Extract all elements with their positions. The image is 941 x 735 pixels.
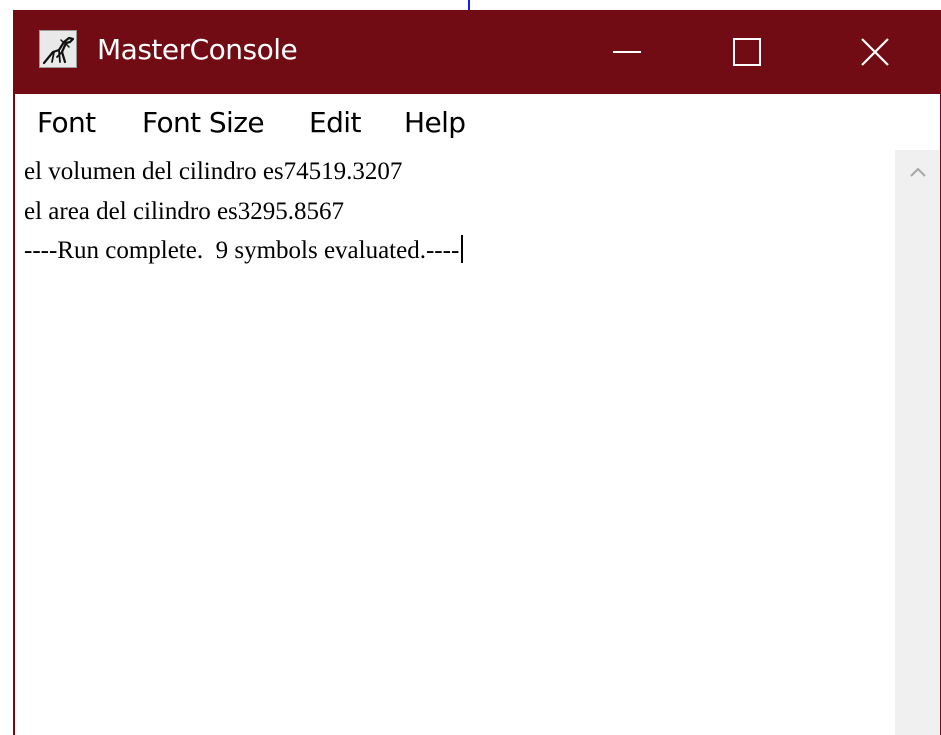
scroll-up-button[interactable]	[895, 150, 940, 194]
window-title: MasterConsole	[97, 33, 298, 66]
menu-edit[interactable]: Edit	[309, 104, 361, 142]
console-line: el volumen del cilindro es74519.3207	[24, 158, 403, 185]
minimize-icon	[613, 51, 641, 53]
close-button[interactable]	[815, 10, 935, 94]
vertical-scrollbar[interactable]	[895, 150, 940, 735]
text-cursor	[461, 235, 464, 263]
console-line: el area del cilindro es3295.8567	[24, 197, 345, 225]
menu-bar: Font Font Size Edit Help	[15, 94, 940, 150]
dinosaur-skeleton-icon	[39, 30, 77, 68]
menu-font[interactable]: Font	[37, 104, 96, 142]
close-icon	[861, 38, 889, 66]
chevron-up-icon	[909, 167, 926, 177]
console-line-text: ----Run complete. 9 symbols evaluated.--…	[24, 237, 460, 264]
console-line-last: ----Run complete. 9 symbols evaluated.--…	[24, 231, 895, 271]
menu-font-size[interactable]: Font Size	[142, 104, 265, 142]
minimize-button[interactable]	[567, 10, 687, 94]
maximize-icon	[733, 38, 761, 66]
desktop-background-line	[468, 0, 470, 10]
title-bar[interactable]: MasterConsole	[15, 10, 940, 94]
masterconsole-window: MasterConsole Font Font Size Edit Help e…	[13, 10, 941, 735]
menu-help[interactable]: Help	[404, 104, 466, 142]
console-output-area[interactable]: el volumen del cilindro es74519.3207 el …	[15, 150, 895, 735]
maximize-button[interactable]	[687, 10, 807, 94]
